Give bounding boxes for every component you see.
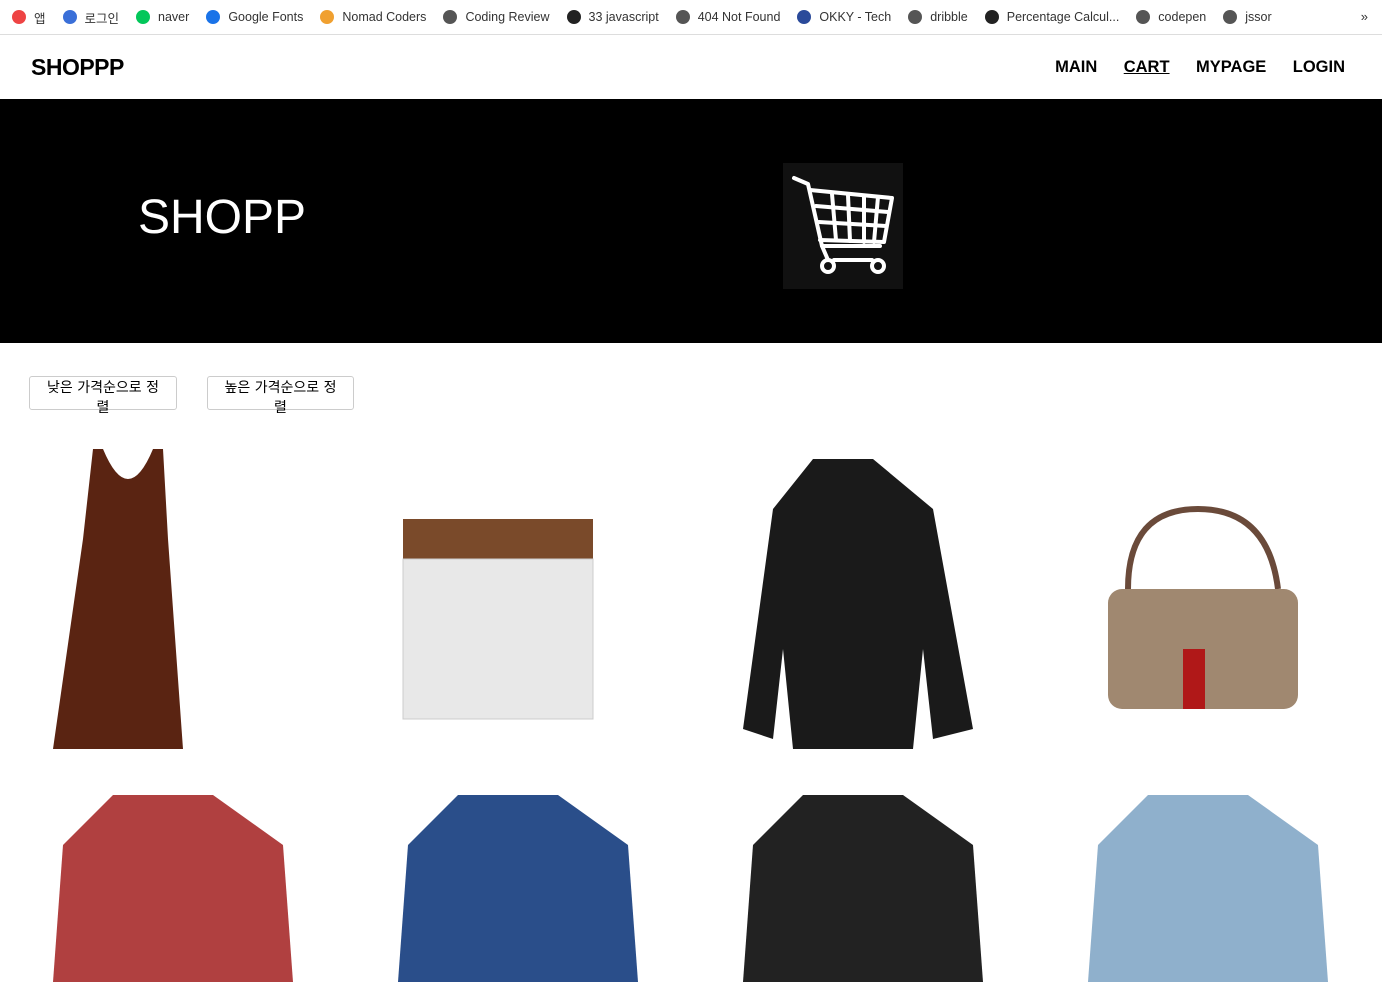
shopping-cart-icon <box>783 163 903 289</box>
bookmark-item[interactable]: 앱 <box>12 8 46 27</box>
github-icon <box>566 10 581 24</box>
product-image <box>1087 795 1328 982</box>
product-image <box>52 449 183 749</box>
bookmark-label: 404 Not Found <box>697 10 781 24</box>
logo[interactable]: SHOPPP <box>31 54 124 81</box>
apps-grid-icon <box>12 10 26 24</box>
globe-icon <box>1136 10 1151 24</box>
bookmark-label: 앱 <box>34 11 46 26</box>
bookmark-item[interactable]: Percentage Calcul... <box>984 10 1120 24</box>
bookmark-label: jssor <box>1245 10 1272 24</box>
product-card[interactable] <box>1035 795 1380 982</box>
globe-icon <box>675 10 690 24</box>
hero-title: SHOPP <box>138 191 307 244</box>
bookmark-item[interactable]: 404 Not Found <box>675 10 781 24</box>
bookmark-item[interactable]: jssor <box>1223 10 1272 24</box>
bookmark-item[interactable]: OKKY - Tech <box>797 10 891 24</box>
product-image <box>52 795 293 982</box>
globe-icon <box>1223 10 1238 24</box>
bookmark-label: OKKY - Tech <box>819 10 892 24</box>
sort-low-price-button[interactable]: 낮은 가격순으로 정렬 <box>29 376 177 416</box>
product-card[interactable] <box>690 440 1035 758</box>
bookmark-item[interactable]: 로그인 <box>62 8 120 27</box>
nav-cart[interactable]: CART <box>1124 58 1170 76</box>
nav-main[interactable]: MAIN <box>1055 58 1097 76</box>
google-fonts-icon <box>206 10 221 24</box>
product-image <box>397 795 638 982</box>
bookmark-label: Coding Review <box>465 10 550 24</box>
bookmark-label: 33 javascript <box>588 10 659 24</box>
bookmarks-bar: 앱 로그인 naver Google Fonts Nomad Coders Coding … <box>0 0 1382 35</box>
bookmark-item[interactable]: codepen <box>1136 10 1206 24</box>
bookmark-item[interactable]: naver <box>136 10 189 24</box>
bookmark-label: dribble <box>930 10 968 24</box>
globe-icon <box>908 10 923 24</box>
product-card[interactable] <box>1035 440 1380 758</box>
bookmark-item[interactable]: Nomad Coders <box>320 10 426 24</box>
product-image <box>742 459 973 749</box>
bookmark-label: codepen <box>1158 10 1207 24</box>
sort-high-price-button[interactable]: 높은 가격순으로 정렬 <box>207 376 354 416</box>
bookmark-label: 로그인 <box>84 11 120 26</box>
product-card[interactable] <box>345 795 690 982</box>
nav-login[interactable]: LOGIN <box>1293 58 1345 76</box>
bookmark-item[interactable]: 33 javascript <box>566 10 659 24</box>
naver-icon <box>136 10 151 24</box>
hero-banner: SHOPP <box>0 99 1382 343</box>
bookmark-label: naver <box>158 10 190 24</box>
product-image <box>742 795 983 982</box>
bookmark-label: Google Fonts <box>228 10 304 24</box>
bookmarks-more-button[interactable]: » <box>1361 9 1368 24</box>
product-card[interactable] <box>0 795 345 982</box>
okky-icon <box>797 10 812 24</box>
product-image <box>402 519 593 720</box>
nav-mypage[interactable]: MYPAGE <box>1196 58 1266 76</box>
bookmark-label: Percentage Calcul... <box>1006 10 1120 24</box>
product-image <box>1107 505 1298 709</box>
product-card[interactable] <box>345 440 690 758</box>
site-header: SHOPPP MAIN CART MYPAGE LOGIN <box>0 35 1382 99</box>
product-card[interactable] <box>0 440 345 758</box>
globe-icon <box>443 10 458 24</box>
main-nav: MAIN CART MYPAGE LOGIN <box>1033 58 1345 77</box>
bookmark-item[interactable]: dribble <box>908 10 968 24</box>
c-logo-icon <box>62 10 77 24</box>
bookmark-label: Nomad Coders <box>342 10 427 24</box>
product-card[interactable] <box>690 795 1035 982</box>
bookmark-item[interactable]: Google Fonts <box>206 10 303 24</box>
bookmark-item[interactable]: Coding Review <box>443 10 550 24</box>
percent-icon <box>984 10 999 24</box>
nomad-icon <box>320 10 335 24</box>
